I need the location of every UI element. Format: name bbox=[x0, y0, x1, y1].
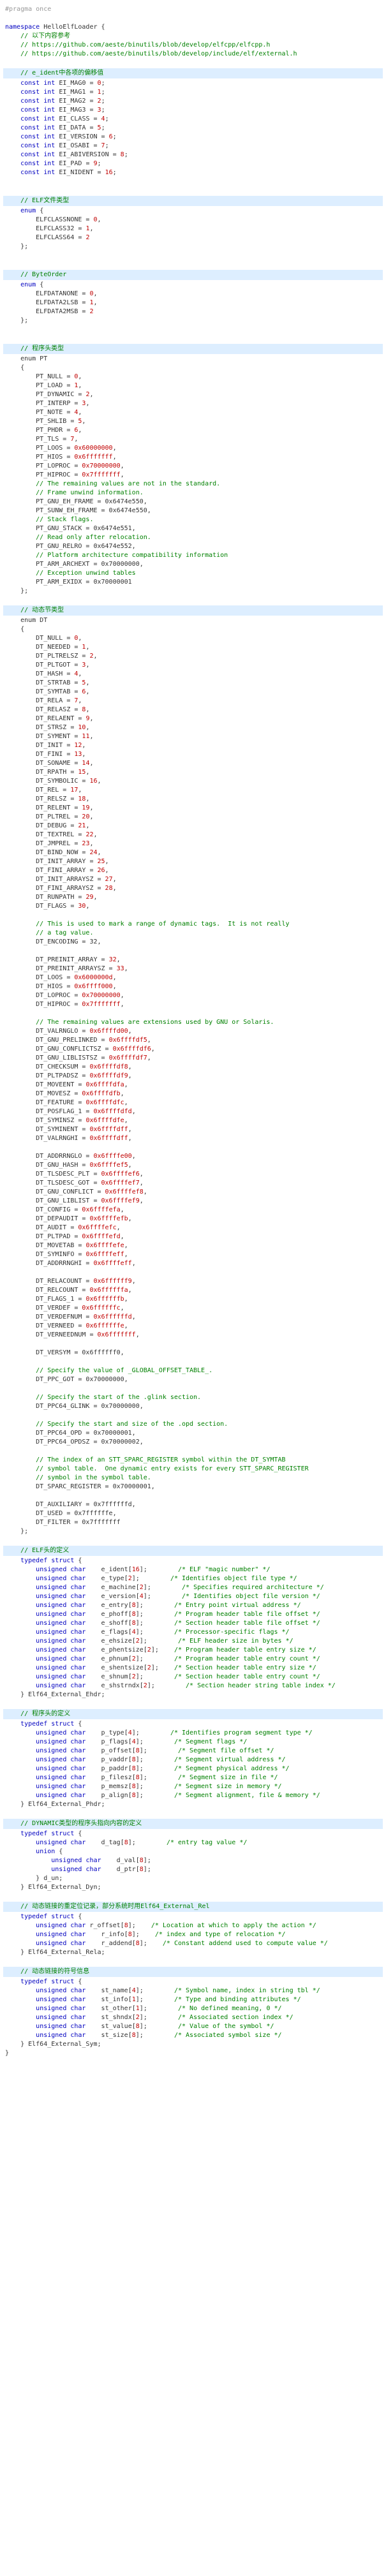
section-comment: // e_ident中各项的偏移值 bbox=[3, 68, 383, 78]
section-comment: // 动态链接的重定位记录，部分系统时用Elf64_External_Rel bbox=[3, 1902, 383, 1912]
section-comment: // ELF文件类型 bbox=[3, 196, 383, 206]
pragma: #pragma once bbox=[5, 6, 51, 13]
section-comment: // ByteOrder bbox=[3, 270, 383, 280]
section-comment: // 程序头类型 bbox=[3, 344, 383, 354]
section-comment: // DYNAMIC类型的程序头指向内容的定义 bbox=[3, 1819, 383, 1829]
code-block: #pragma once namespace HelloElfLoader { … bbox=[5, 5, 381, 2058]
section-comment: // 动态链接的符号信息 bbox=[3, 1967, 383, 1977]
section-comment: // 程序头的定义 bbox=[3, 1709, 383, 1719]
section-comment: // ELF头的定义 bbox=[3, 1546, 383, 1556]
section-comment: // 动态节类型 bbox=[3, 605, 383, 616]
